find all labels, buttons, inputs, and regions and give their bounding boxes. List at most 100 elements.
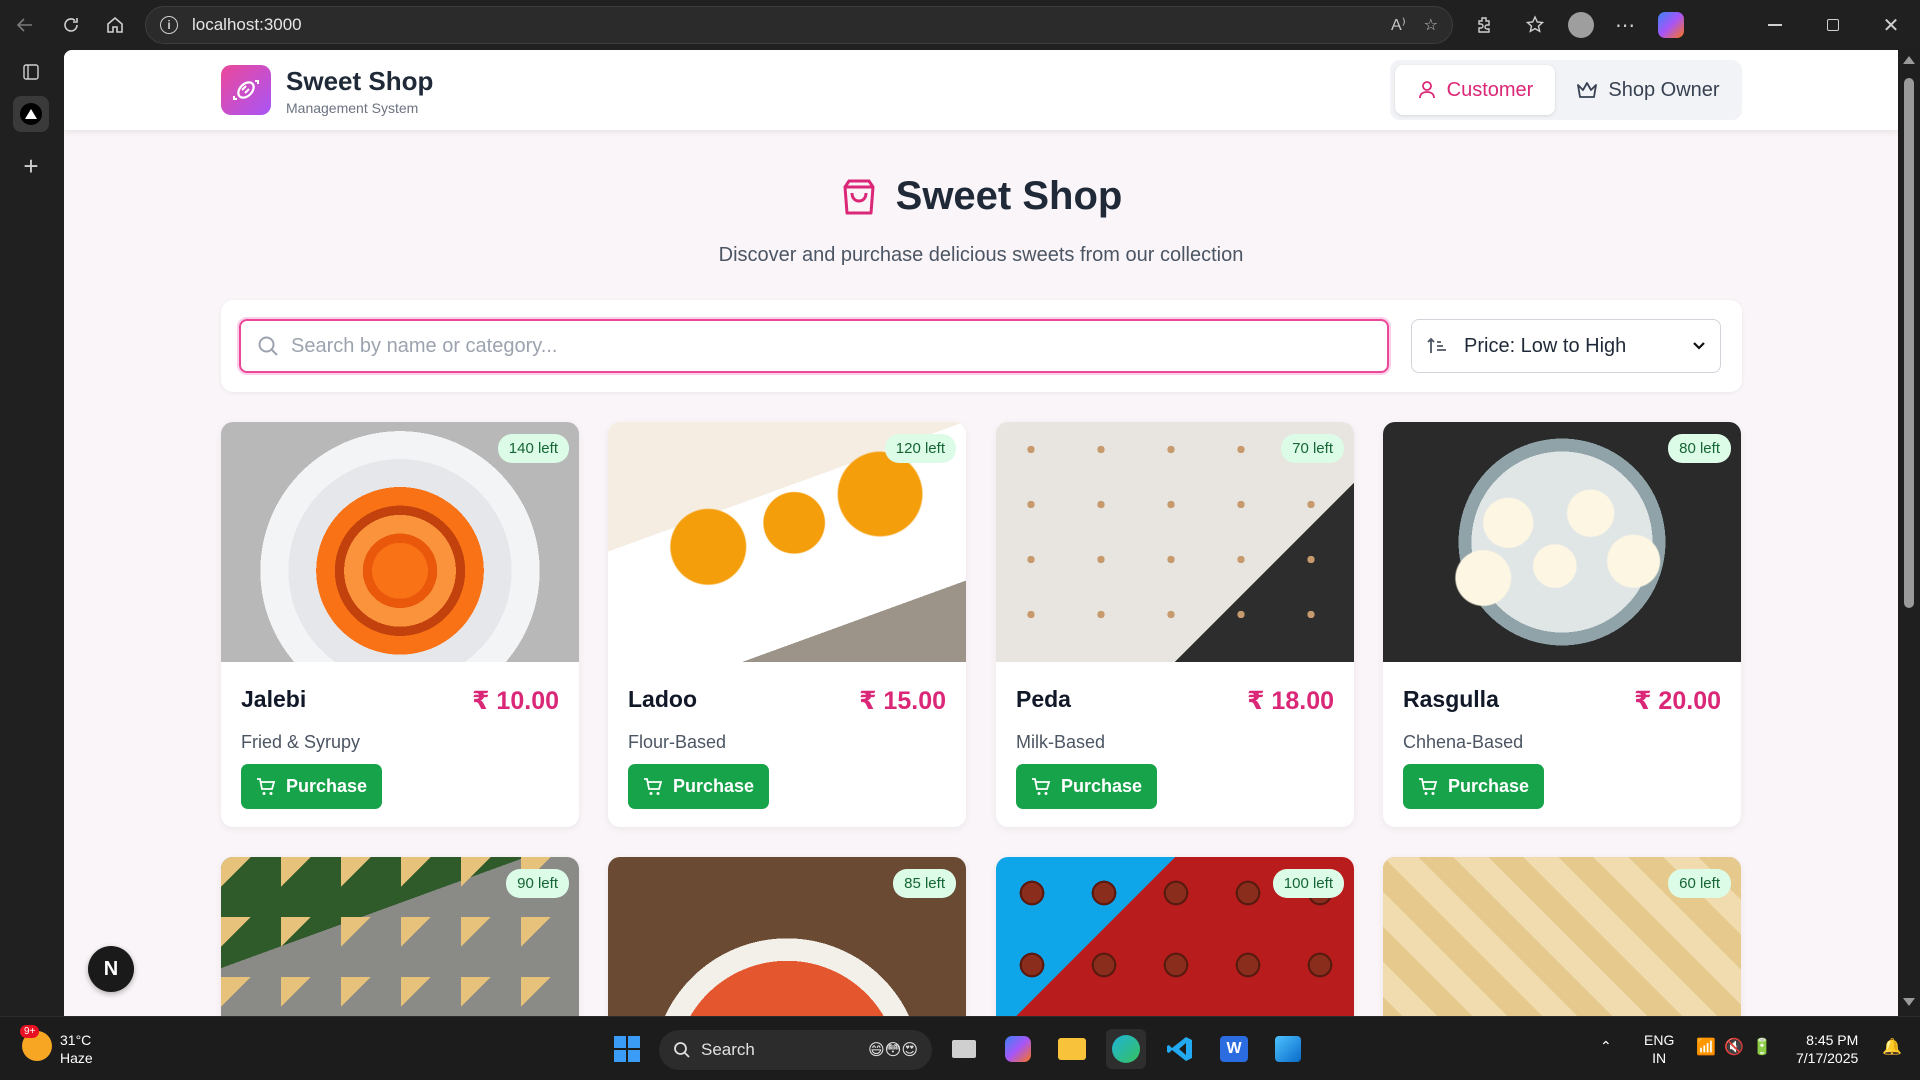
stock-badge: 85 left [893, 869, 956, 898]
minimize-window-icon[interactable] [1760, 10, 1790, 40]
edge-browser-icon[interactable] [1106, 1029, 1146, 1069]
sweet-name: Rasgulla [1403, 686, 1499, 712]
clock[interactable]: 8:45 PM 7/17/2025 [1796, 1031, 1858, 1067]
browser-toolbar: i localhost:3000 A⁾ ☆ ⋯ ✕ [0, 0, 1920, 50]
sweet-card-5: 90 left [221, 857, 579, 1016]
filter-bar: Price: Low to High [221, 300, 1742, 392]
restore-window-icon[interactable] [1818, 10, 1848, 40]
cart-icon [256, 777, 276, 795]
sweet-image: 100 left [996, 857, 1354, 1016]
shop-owner-role-label: Shop Owner [1608, 78, 1720, 101]
lang-bottom: IN [1652, 1050, 1667, 1066]
home-button[interactable] [100, 10, 130, 40]
back-button[interactable] [10, 10, 40, 40]
new-tab-icon[interactable]: + [13, 148, 49, 184]
stock-badge: 60 left [1668, 869, 1731, 898]
page-subtitle: Discover and purchase delicious sweets f… [718, 244, 1244, 266]
crown-icon [1577, 82, 1598, 98]
nextjs-dev-indicator-icon[interactable]: N [88, 946, 134, 992]
search-input[interactable] [291, 334, 1371, 358]
scroll-thumb[interactable] [1904, 78, 1914, 608]
search-icon [258, 336, 278, 356]
sweet-category: Fried & Syrupy [241, 732, 361, 752]
purchase-button[interactable]: Purchase [1403, 764, 1544, 809]
purchase-label: Purchase [672, 776, 755, 796]
sweet-image: 70 left [996, 422, 1354, 662]
stock-badge: 100 left [1272, 869, 1344, 898]
show-hidden-icons-chevron-icon[interactable]: ⌃ [1600, 1037, 1612, 1055]
sweet-name: Ladoo [628, 686, 697, 712]
emoji-decoration-icon: 😄😳😍 [867, 1042, 918, 1059]
battery-icon[interactable]: 🔋 [1752, 1039, 1772, 1057]
sort-selected-value: Price: Low to High [1464, 334, 1627, 357]
volume-muted-icon[interactable]: 🔇 [1724, 1039, 1744, 1057]
active-tab-favicon[interactable] [13, 96, 49, 132]
url-text: localhost:3000 [192, 15, 302, 34]
page-title: Sweet Shop [64, 174, 1898, 219]
purchase-button[interactable]: Purchase [1016, 764, 1157, 809]
read-aloud-icon[interactable]: A⁾ [1391, 15, 1406, 35]
sort-select[interactable]: Price: Low to High [1411, 319, 1721, 373]
shop-owner-role-button[interactable]: Shop Owner [1558, 65, 1738, 115]
purchase-label: Purchase [285, 776, 368, 796]
purchase-button[interactable]: Purchase [628, 764, 769, 809]
clock-time: 8:45 PM [1806, 1032, 1859, 1048]
sweet-card-8: 60 left [1383, 857, 1741, 1016]
copilot-taskbar-icon[interactable] [998, 1029, 1038, 1069]
weather-badge: 9+ [20, 1025, 40, 1038]
sweet-category: Chhena-Based [1403, 732, 1524, 752]
weather-temp: 31°C [60, 1032, 92, 1048]
refresh-icon [64, 18, 78, 32]
purchase-button[interactable]: Purchase [241, 764, 382, 809]
wifi-icon[interactable]: 📶 [1696, 1039, 1716, 1057]
word-icon[interactable]: W [1214, 1029, 1254, 1069]
page-scrollbar[interactable] [1898, 50, 1920, 1016]
lang-top: ENG [1644, 1032, 1675, 1048]
stock-badge: 80 left [1668, 434, 1731, 463]
weather-widget[interactable]: 9+ 31°C Haze [20, 1025, 93, 1067]
app-header: Sweet Shop Management System Customer Sh… [64, 50, 1898, 130]
windows-taskbar: 9+ 31°C Haze Search 😄😳😍 W ⌃ ENG IN 📶 � [0, 1016, 1920, 1080]
site-info-icon[interactable]: i [160, 16, 178, 34]
favorite-star-icon[interactable]: ☆ [1424, 15, 1438, 35]
close-window-icon[interactable]: ✕ [1876, 10, 1906, 40]
cart-icon [1418, 777, 1438, 795]
role-switcher: Customer Shop Owner [1390, 60, 1742, 120]
page-viewport: Sweet Shop Management System Customer Sh… [64, 50, 1898, 1016]
sweet-image: 60 left [1383, 857, 1741, 1016]
search-field[interactable] [239, 319, 1389, 373]
purchase-label: Purchase [1060, 776, 1143, 796]
home-icon [107, 16, 123, 33]
task-view-icon[interactable] [944, 1029, 984, 1069]
address-bar[interactable]: i localhost:3000 A⁾ ☆ [145, 6, 1453, 44]
file-explorer-icon[interactable] [1052, 1029, 1092, 1069]
sweet-price: ₹ 15.00 [859, 687, 946, 715]
cart-icon [1031, 777, 1051, 795]
taskbar-search[interactable]: Search 😄😳😍 [659, 1030, 932, 1070]
search-icon [674, 1042, 690, 1058]
customer-role-button[interactable]: Customer [1395, 65, 1555, 115]
notification-bell-icon[interactable]: 🔔 [1882, 1039, 1902, 1057]
sweet-image: 85 left [608, 857, 966, 1016]
brand-title: Sweet Shop [286, 66, 434, 96]
language-indicator[interactable]: ENG IN [1644, 1031, 1674, 1067]
sweet-image: 90 left [221, 857, 579, 1016]
sweet-image: 140 left [221, 422, 579, 662]
extensions-icon[interactable] [1470, 10, 1500, 40]
scroll-up-arrow-icon[interactable] [1903, 56, 1915, 64]
copilot-icon[interactable] [1656, 10, 1686, 40]
favorites-icon[interactable] [1520, 10, 1550, 40]
profile-avatar-icon[interactable] [1566, 10, 1596, 40]
more-options-icon[interactable]: ⋯ [1610, 10, 1640, 40]
clock-date: 7/17/2025 [1796, 1050, 1859, 1066]
taskbar-search-label: Search [701, 1040, 755, 1059]
tab-actions-icon[interactable] [13, 54, 49, 90]
back-arrow-icon [16, 18, 32, 32]
candy-logo-icon [221, 65, 271, 115]
refresh-button[interactable] [56, 10, 86, 40]
photos-app-icon[interactable] [1268, 1029, 1308, 1069]
scroll-down-arrow-icon[interactable] [1903, 998, 1915, 1006]
windows-start-icon[interactable] [607, 1029, 647, 1069]
vscode-icon[interactable] [1160, 1029, 1200, 1069]
sweet-card-7: 100 left [996, 857, 1354, 1016]
